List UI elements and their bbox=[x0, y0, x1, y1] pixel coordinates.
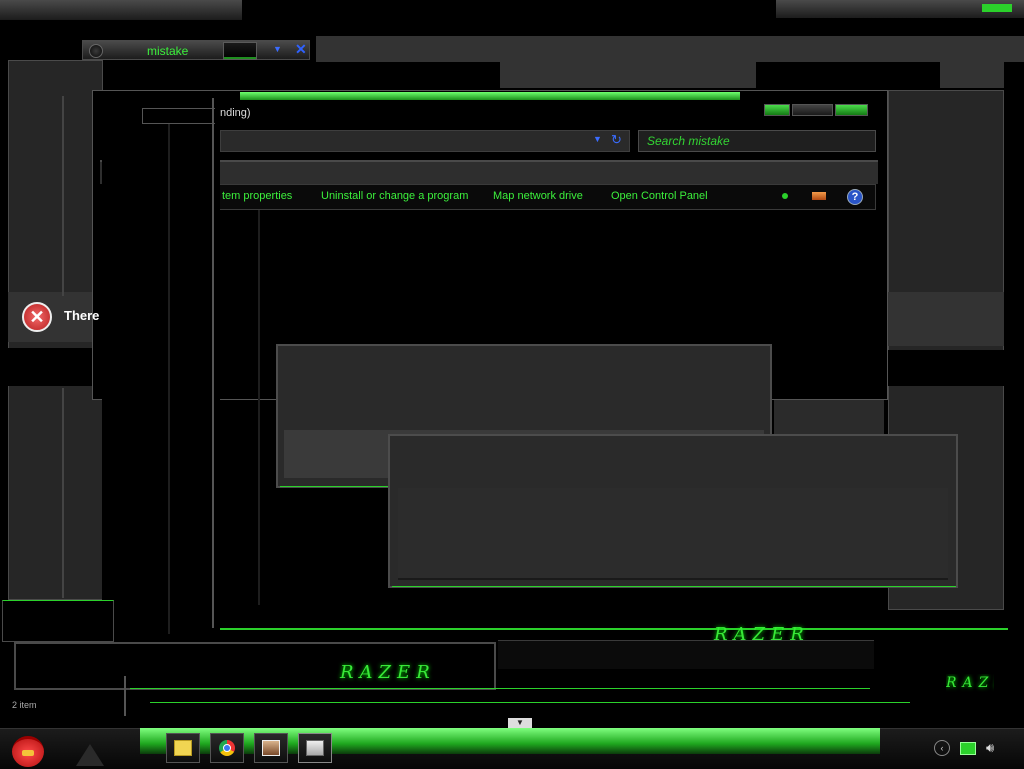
top-band-2 bbox=[500, 62, 756, 88]
mini-window-dropdown-icon[interactable]: ▼ bbox=[273, 44, 282, 54]
mini-window-close-icon[interactable]: ✕ bbox=[295, 41, 307, 58]
background-window-left-gap bbox=[8, 348, 103, 386]
toolbar-uninstall-program[interactable]: Uninstall or change a program bbox=[321, 190, 468, 202]
lower-frame-line bbox=[124, 676, 126, 716]
help-icon[interactable]: ? bbox=[847, 189, 863, 205]
secondary-dialog-right-bg bbox=[774, 400, 884, 434]
minimize-button[interactable] bbox=[764, 104, 790, 116]
error-message: There bbox=[64, 308, 100, 323]
explorer-left-edge bbox=[212, 98, 214, 628]
taskbar-photo-button[interactable] bbox=[254, 733, 288, 763]
network-icon[interactable] bbox=[960, 741, 976, 755]
explorer-title: nding) bbox=[220, 107, 251, 119]
lower-frame bbox=[2, 600, 114, 642]
preview-pane-icon[interactable] bbox=[812, 192, 826, 200]
address-bar[interactable]: ▼ ↻ bbox=[220, 130, 630, 152]
nav-pane-frame bbox=[142, 108, 215, 124]
angry-bird-beak bbox=[22, 750, 34, 756]
refresh-icon[interactable]: ↻ bbox=[611, 132, 622, 148]
photo-viewer-icon bbox=[262, 740, 280, 756]
top-band-3 bbox=[940, 62, 1004, 88]
razer-logo-left: RAZER bbox=[340, 662, 436, 683]
lower-accent-1 bbox=[130, 688, 870, 689]
top-strip-left bbox=[0, 0, 242, 20]
razer-logo-text-2: RAZER bbox=[340, 662, 436, 683]
content-divider bbox=[258, 210, 260, 605]
search-placeholder: Search mistake bbox=[647, 134, 730, 148]
address-dropdown-icon[interactable]: ▼ bbox=[593, 134, 602, 144]
taskbar-folder-button[interactable] bbox=[166, 733, 200, 763]
nav-divider bbox=[168, 124, 170, 634]
background-window-right-band bbox=[888, 292, 1004, 346]
mini-window-titlebar[interactable]: mistake ▼ ✕ bbox=[82, 40, 310, 60]
taskbar-chrome-button[interactable] bbox=[210, 733, 244, 763]
paint-icon bbox=[306, 740, 324, 756]
secondary-dialog-accent bbox=[392, 586, 956, 587]
explorer-accent-bar bbox=[240, 92, 740, 100]
toolbar-map-network-drive[interactable]: Map network drive bbox=[493, 190, 583, 202]
search-box[interactable]: Search mistake bbox=[638, 130, 876, 152]
taskbar-paint-button[interactable] bbox=[298, 733, 332, 763]
view-options-icon[interactable] bbox=[782, 193, 788, 199]
maximize-button[interactable] bbox=[791, 104, 833, 116]
nav-pane bbox=[102, 100, 220, 640]
start-button[interactable] bbox=[8, 730, 48, 767]
volume-icon[interactable]: 🔊︎ bbox=[986, 740, 994, 756]
razer-logo-text-3: RAZER bbox=[946, 675, 994, 691]
lower-accent-2 bbox=[150, 702, 910, 703]
system-tray: ‹ 🔊︎ bbox=[934, 740, 994, 756]
mini-window-address-segment[interactable] bbox=[223, 42, 257, 60]
start-triangle-icon bbox=[76, 744, 104, 766]
mini-window-orb-icon bbox=[89, 44, 103, 58]
folder-icon bbox=[174, 740, 192, 756]
toolbar-system-properties[interactable]: tem properties bbox=[222, 190, 292, 202]
taskbar-pinned bbox=[166, 733, 332, 763]
left-frame-line bbox=[62, 96, 64, 296]
show-hidden-icons[interactable]: ‹ bbox=[934, 740, 950, 756]
chrome-icon bbox=[219, 740, 235, 756]
error-icon: ✕ bbox=[22, 302, 52, 332]
secondary-dialog-inner bbox=[398, 488, 948, 580]
lower-panel bbox=[498, 640, 874, 669]
mini-window-title: mistake bbox=[147, 44, 189, 58]
top-strip-right-accent bbox=[982, 4, 1012, 12]
top-band bbox=[316, 36, 1024, 62]
close-button[interactable] bbox=[834, 104, 868, 116]
background-window-right-gap bbox=[888, 350, 1004, 386]
explorer-bottom-accent bbox=[220, 628, 1008, 630]
status-text: 2 item bbox=[12, 700, 37, 710]
toolbar-open-control-panel[interactable]: Open Control Panel bbox=[611, 190, 708, 202]
scroll-down-button[interactable]: ▼ bbox=[508, 718, 532, 728]
razer-logo-far-right: RAZER bbox=[946, 674, 994, 692]
left-frame-line-2 bbox=[62, 388, 64, 598]
window-controls bbox=[764, 104, 868, 116]
